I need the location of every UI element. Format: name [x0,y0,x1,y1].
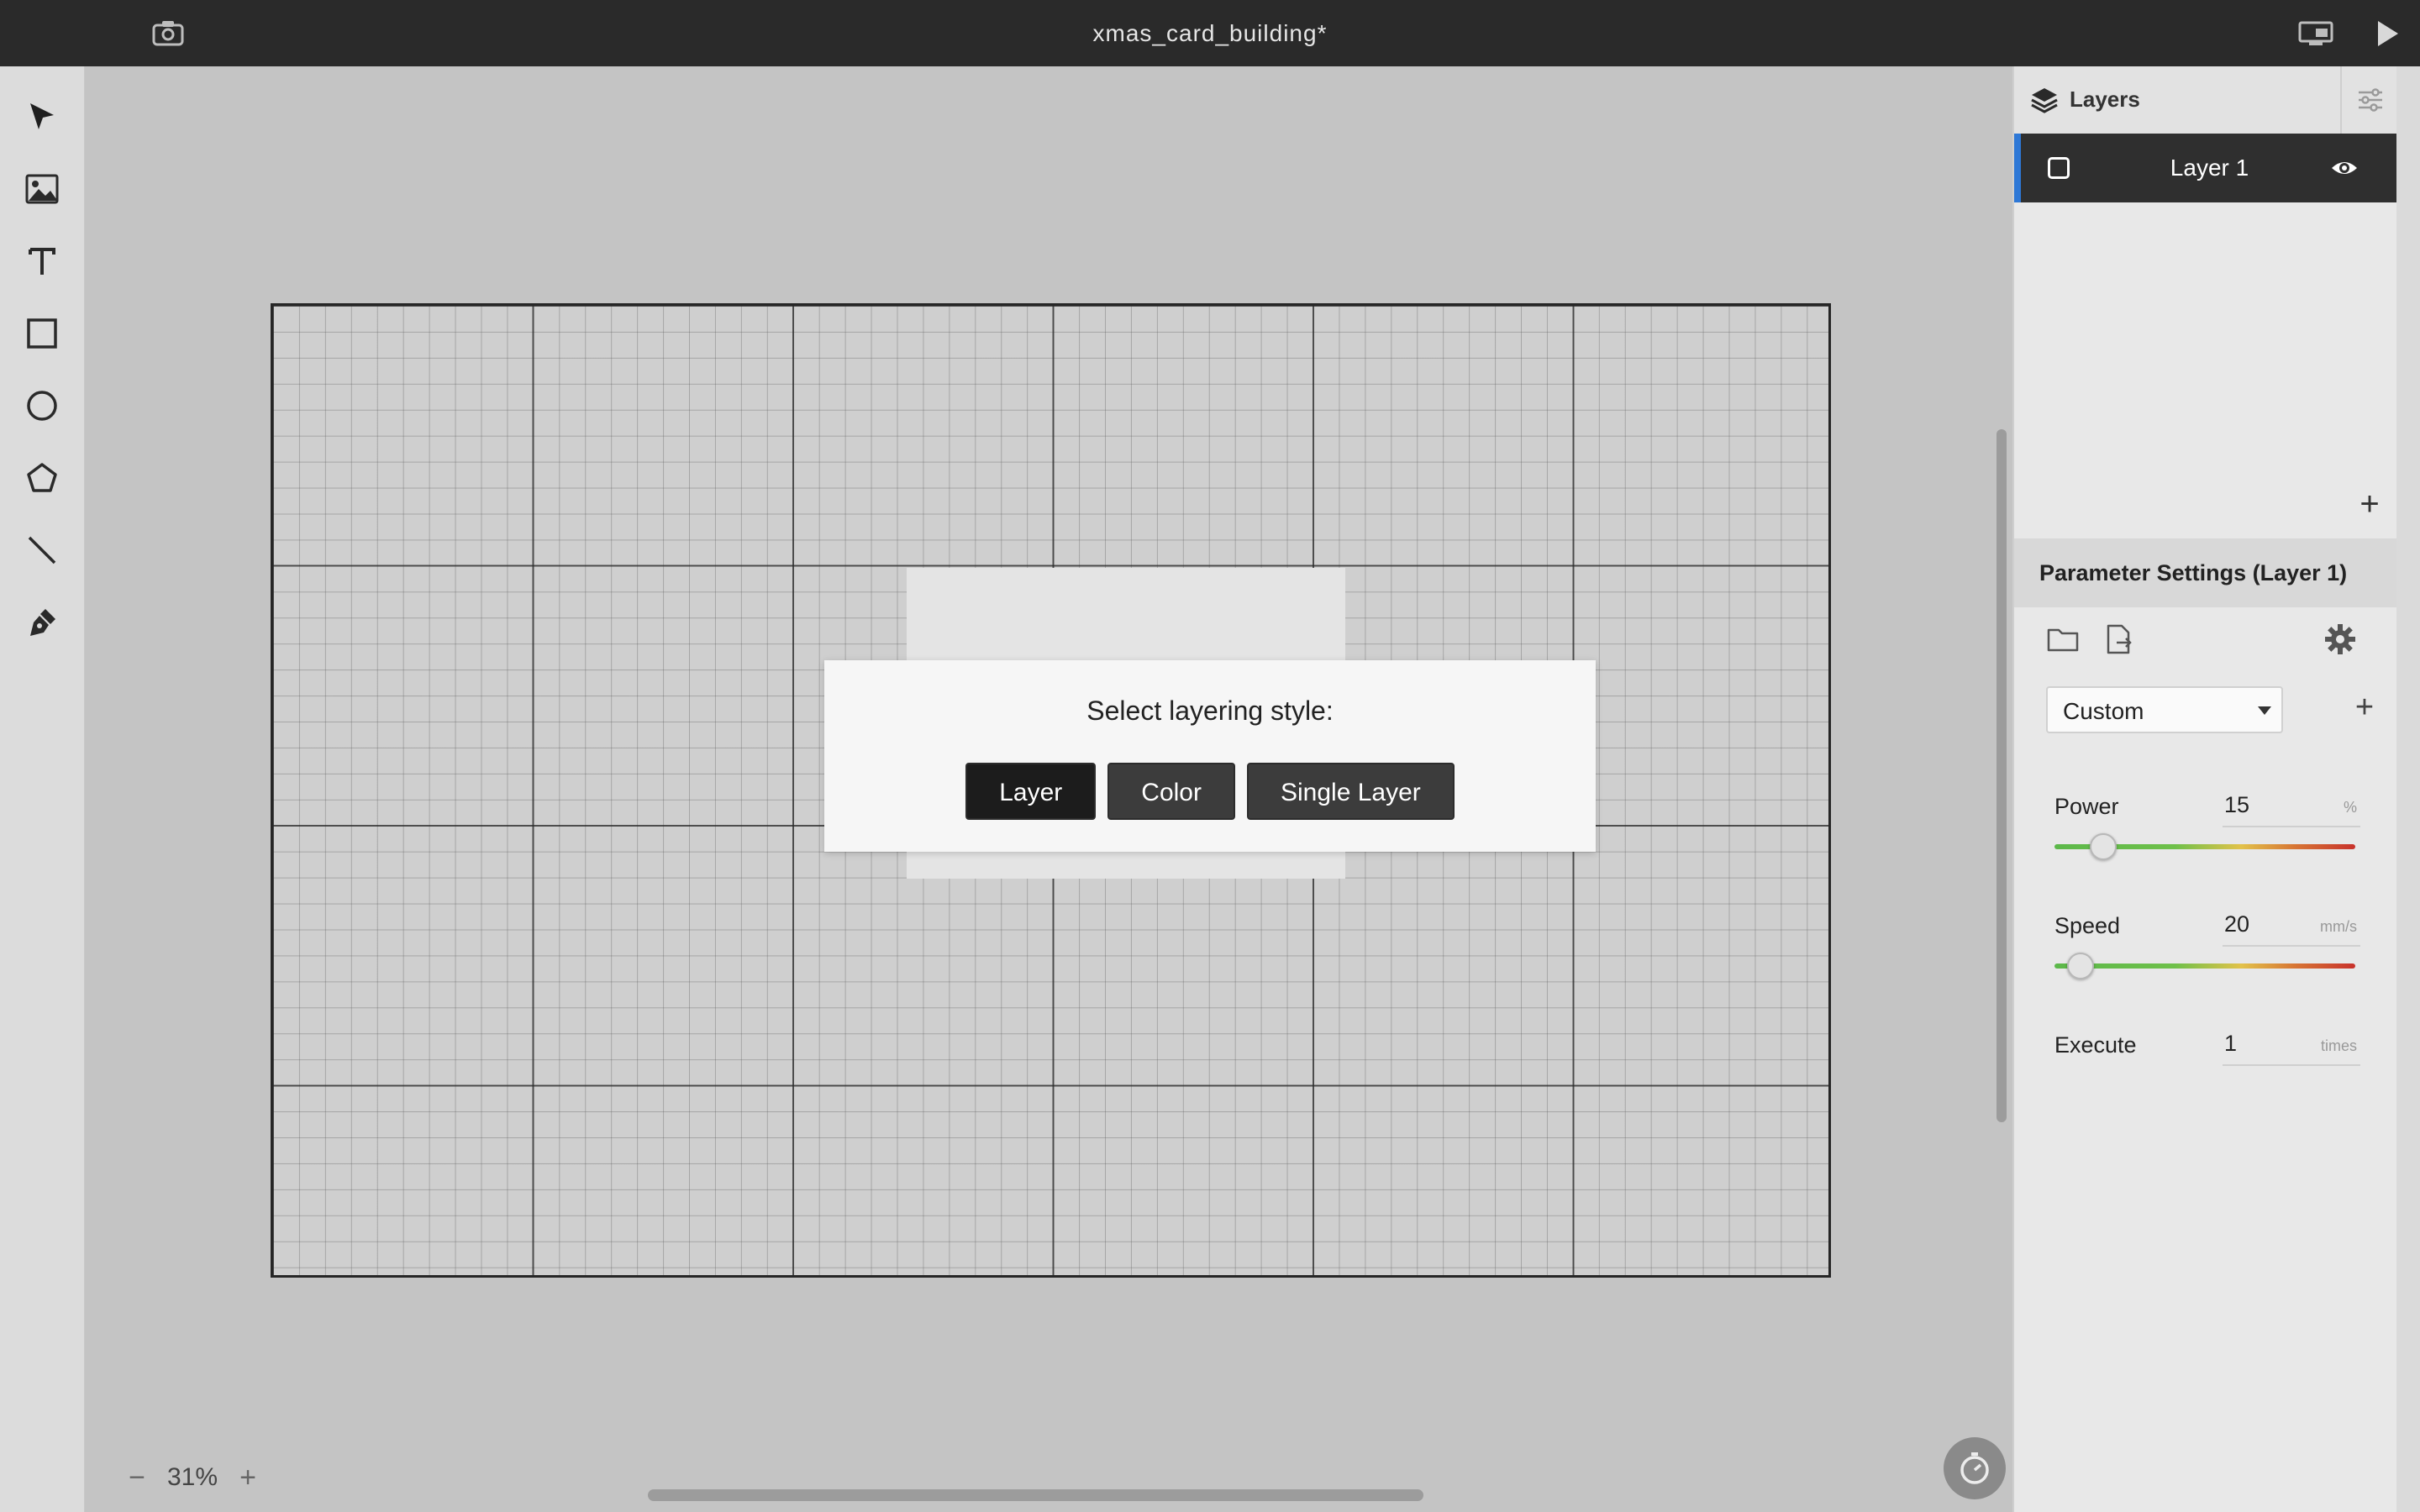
zoom-control: − 31% + [118,1452,266,1503]
power-input[interactable]: 15 % [2223,785,2360,827]
parameter-settings-header: Parameter Settings (Layer 1) [2014,538,2398,607]
polygon-icon[interactable] [22,458,62,498]
gear-icon[interactable] [2323,622,2357,656]
layers-title: Layers [2070,87,2140,112]
layer-button[interactable]: Layer [965,763,1097,820]
image-icon[interactable] [22,169,62,209]
add-layer-button[interactable]: + [2354,487,2386,521]
execute-label: Execute [2054,1032,2137,1058]
monitor-icon[interactable] [2297,20,2334,47]
parameter-toolbar [2014,607,2398,675]
chevron-down-icon [2258,706,2271,715]
header-divider [2340,66,2342,134]
execute-input[interactable]: 1 times [2223,1024,2360,1066]
speed-slider-handle[interactable] [2067,953,2094,979]
right-edge-strip [2396,66,2420,1512]
speed-slider[interactable] [2054,953,2355,979]
export-file-icon[interactable] [2102,622,2135,656]
color-button[interactable]: Color [1107,763,1235,820]
execute-row: Execute 1 times [2054,1024,2360,1066]
play-icon[interactable] [2373,18,2402,49]
folder-icon[interactable] [2046,622,2080,656]
add-preset-button[interactable]: + [2349,691,2381,723]
horizontal-scrollbar[interactable] [648,1489,1423,1501]
timer-icon[interactable] [1944,1437,2006,1499]
preset-dropdown[interactable]: Custom [2046,686,2283,733]
power-row: Power 15 % [2054,785,2360,827]
text-icon[interactable] [22,241,62,281]
speed-value: 20 [2224,911,2250,937]
window-title: xmas_card_building* [1092,20,1328,46]
tool-bar [0,66,85,1512]
layering-style-dialog: Select layering style: Layer Color Singl… [824,660,1596,852]
ellipse-icon[interactable] [22,386,62,426]
speed-unit: mm/s [2320,918,2357,935]
rectangle-icon[interactable] [22,313,62,354]
layers-header: Layers [2014,66,2398,134]
zoom-out-button[interactable]: − [118,1462,155,1494]
layers-icon [2029,85,2060,115]
parameter-settings-title: Parameter Settings (Layer 1) [2039,560,2348,585]
sliders-icon[interactable] [2355,85,2386,115]
execute-unit: times [2320,1037,2357,1054]
power-label: Power [2054,794,2119,819]
speed-row: Speed 20 mm/s [2054,905,2360,947]
power-slider-handle[interactable] [2090,833,2117,860]
title-bar: xmas_card_building* [0,0,2420,66]
eye-icon[interactable] [2330,155,2359,181]
single-layer-button[interactable]: Single Layer [1246,763,1455,820]
layer-row[interactable]: Layer 1 [2014,134,2398,202]
dialog-title: Select layering style: [1086,696,1334,726]
power-value: 15 [2224,792,2250,817]
cursor-icon[interactable] [22,97,62,137]
right-panel: Layers Layer 1 + Parameter Settings (Lay… [2012,66,2398,1512]
vertical-scrollbar[interactable] [1996,429,2007,1122]
zoom-level: 31% [166,1463,218,1491]
pen-icon[interactable] [22,602,62,643]
execute-value: 1 [2224,1031,2238,1056]
power-slider[interactable] [2054,833,2355,860]
speed-input[interactable]: 20 mm/s [2223,905,2360,947]
speed-label: Speed [2054,913,2121,938]
preset-value: Custom [2063,698,2144,724]
line-icon[interactable] [22,530,62,570]
zoom-in-button[interactable]: + [229,1462,266,1494]
power-unit: % [2343,799,2357,816]
